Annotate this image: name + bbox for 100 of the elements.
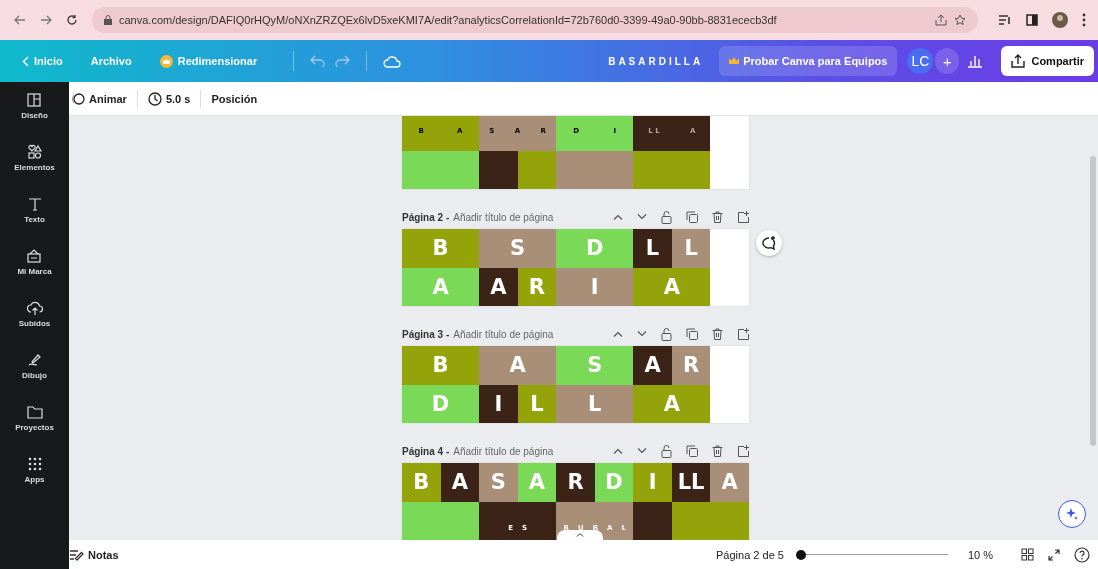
- letter: L: [588, 391, 602, 416]
- letter: L: [530, 391, 544, 416]
- duplicate-icon[interactable]: [686, 328, 698, 340]
- cloud-icon[interactable]: [383, 54, 402, 68]
- assistant-button[interactable]: [1058, 500, 1086, 528]
- duplicate-icon[interactable]: [686, 445, 698, 457]
- duplicate-icon[interactable]: [686, 211, 698, 223]
- animate-button[interactable]: Animar: [71, 91, 127, 106]
- forward-icon[interactable]: [40, 15, 52, 25]
- chevron-down-icon[interactable]: [637, 331, 647, 337]
- letter: A: [644, 353, 661, 378]
- back-icon[interactable]: [14, 15, 26, 25]
- sidebar-item[interactable]: Subidos: [18, 300, 51, 334]
- add-page-icon[interactable]: [737, 445, 749, 457]
- page-number: Página 2 -: [402, 211, 450, 223]
- pen-icon: [26, 352, 43, 368]
- page-indicator[interactable]: Página 2 de 5: [716, 548, 784, 561]
- sidebar-item[interactable]: Dibujo: [22, 352, 47, 386]
- letter: S: [510, 236, 526, 261]
- animate-icon: [71, 91, 85, 106]
- help-icon[interactable]: [1074, 546, 1090, 563]
- slider-thumb[interactable]: [795, 549, 806, 560]
- letter: I: [590, 274, 599, 299]
- page-title-field[interactable]: Añadir título de página: [453, 211, 554, 223]
- design-page[interactable]: B S D L L A A R I A: [402, 229, 749, 306]
- menu-icon[interactable]: [1082, 13, 1086, 27]
- chevron-left-icon: [22, 55, 29, 67]
- page-title-field[interactable]: Añadir título de página: [453, 328, 554, 340]
- letter: A: [528, 470, 546, 495]
- sidebar-item[interactable]: Elementos: [14, 144, 55, 178]
- profile-avatar[interactable]: [1052, 12, 1068, 28]
- grid-icon: [26, 456, 43, 472]
- duration-button[interactable]: 5.0 s: [147, 91, 191, 106]
- chart-icon[interactable]: [967, 54, 984, 68]
- media-icon[interactable]: [998, 14, 1012, 26]
- trash-icon[interactable]: [712, 328, 723, 340]
- sidebar-item[interactable]: Proyectos: [15, 404, 54, 438]
- design-page[interactable]: B A S A R D I L L A: [402, 346, 749, 423]
- letter: D: [586, 236, 604, 261]
- user-avatar[interactable]: LC: [907, 48, 934, 74]
- star-icon[interactable]: [954, 14, 966, 26]
- letter: I: [648, 470, 657, 495]
- sidebar-item[interactable]: Apps: [24, 456, 45, 490]
- letter: A: [663, 274, 680, 299]
- letter: A: [509, 353, 526, 378]
- trash-icon[interactable]: [712, 445, 723, 457]
- add-page-icon[interactable]: [737, 328, 749, 340]
- letter: R: [683, 353, 700, 378]
- letter: B: [432, 353, 449, 378]
- crown-icon: [729, 57, 740, 65]
- add-user-button[interactable]: +: [935, 48, 960, 74]
- cloud-upload-icon: [26, 300, 43, 316]
- letter: D: [605, 470, 623, 495]
- letter: A: [721, 470, 738, 495]
- grid-view-icon[interactable]: [1021, 548, 1034, 561]
- upload-icon: [1011, 54, 1026, 68]
- chevron-down-icon[interactable]: [637, 448, 647, 454]
- comment-button[interactable]: [756, 230, 782, 256]
- teams-button[interactable]: Probar Canva para Equipos: [719, 46, 898, 76]
- reload-icon[interactable]: [66, 14, 78, 26]
- lock-icon: [104, 15, 112, 25]
- comment-add-icon: [761, 235, 777, 251]
- chevron-down-icon[interactable]: [637, 214, 647, 220]
- unlock-icon[interactable]: [661, 444, 672, 458]
- zoom-slider[interactable]: [797, 549, 948, 560]
- notes-button[interactable]: Notas: [69, 548, 119, 561]
- crown-icon: [159, 54, 173, 68]
- unlock-icon[interactable]: [661, 210, 672, 224]
- sidebar-item[interactable]: Diseño: [21, 92, 48, 126]
- letter: S: [587, 353, 603, 378]
- add-page-icon[interactable]: [737, 211, 749, 223]
- share-button[interactable]: Compartir: [1001, 46, 1094, 76]
- letter: S: [490, 470, 506, 495]
- chevron-up-icon[interactable]: [613, 448, 623, 454]
- chevron-up-icon: [576, 532, 584, 537]
- layout-icon: [26, 92, 43, 108]
- zoom-value[interactable]: 10 %: [967, 548, 993, 561]
- page-title-field[interactable]: Añadir título de página: [453, 445, 554, 457]
- letter: D: [431, 391, 450, 416]
- letter: L: [645, 236, 660, 261]
- scrollbar[interactable]: [1090, 156, 1096, 446]
- letter: L: [684, 236, 698, 261]
- letter: B: [413, 470, 430, 495]
- trash-icon[interactable]: [712, 211, 723, 223]
- sidebar-item[interactable]: Mi Marca: [17, 248, 52, 282]
- chevron-up-icon[interactable]: [613, 331, 623, 337]
- sidebar-icon[interactable]: [1026, 14, 1038, 26]
- sparkle-icon: [1065, 507, 1079, 521]
- share-icon[interactable]: [935, 14, 947, 26]
- unlock-icon[interactable]: [661, 327, 672, 341]
- design-title[interactable]: BASARDILLA: [608, 55, 704, 67]
- letter: A: [490, 274, 507, 299]
- letter: LL: [677, 470, 705, 495]
- letter: B: [432, 236, 449, 261]
- sidebar-item[interactable]: Texto: [24, 196, 45, 230]
- page-number: Página 4 -: [402, 445, 450, 457]
- address-bar[interactable]: canva.com/design/DAFIQ0rHQyM/oNXnZRZQEx6lvD5xeKMI7A/edit?analyticsCorrelationId=72b760d0-3399-49a0-90bb-8831ececb3df: [92, 7, 978, 33]
- fullscreen-icon[interactable]: [1048, 548, 1060, 561]
- position-button[interactable]: Posición: [211, 92, 258, 105]
- chevron-up-icon[interactable]: [613, 214, 623, 220]
